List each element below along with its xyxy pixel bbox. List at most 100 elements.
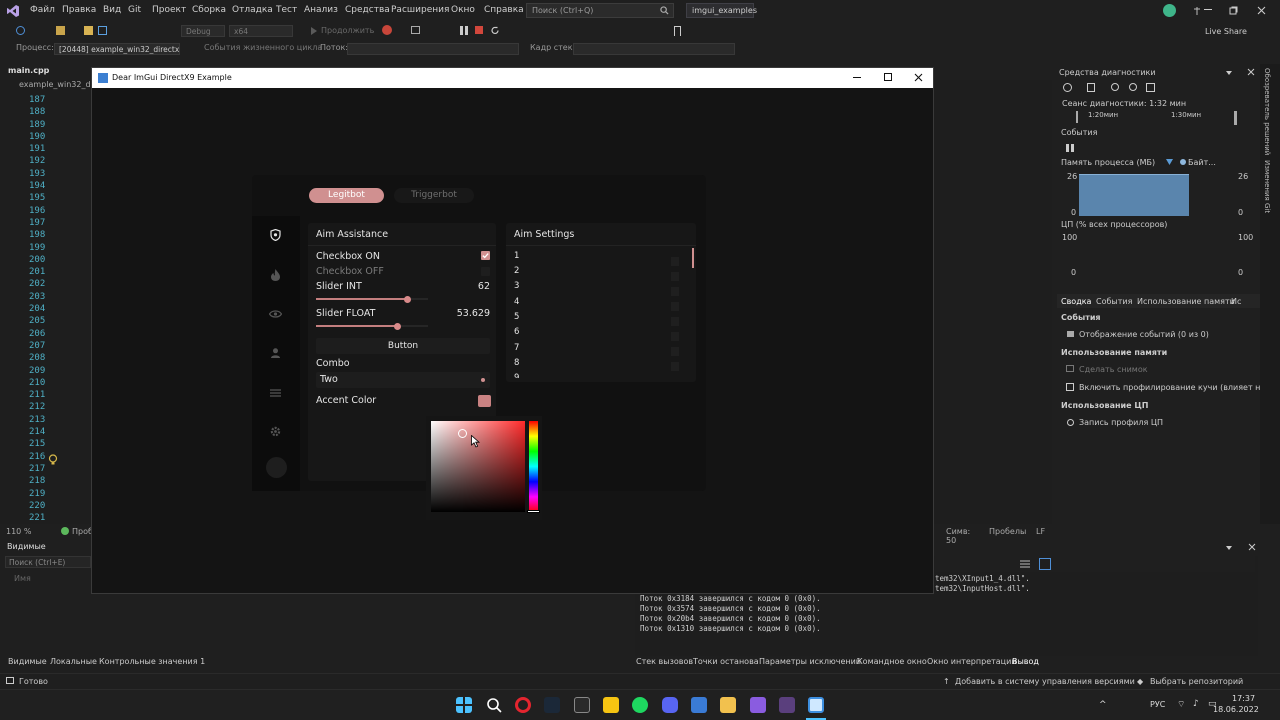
reset-view-icon[interactable]: [1146, 83, 1155, 92]
diag-cpu-header[interactable]: ЦП (% всех процессоров): [1061, 220, 1167, 229]
record-cpu-profile-button[interactable]: Запись профиля ЦП: [1079, 418, 1163, 427]
menu-analyze[interactable]: Анализ: [304, 5, 338, 15]
tab-locals[interactable]: Локальные: [50, 657, 97, 666]
tab-breakpoints[interactable]: Точки останова: [693, 657, 759, 666]
restore-icon[interactable]: [1229, 6, 1238, 15]
rockstar-icon[interactable]: [603, 697, 619, 713]
discord-icon[interactable]: [662, 697, 678, 713]
tab-exceptions[interactable]: Параметры исключений: [759, 657, 861, 666]
close-icon[interactable]: [914, 73, 923, 82]
menu-project[interactable]: Проект: [152, 5, 186, 15]
menu-test[interactable]: Тест: [276, 5, 297, 15]
list-item[interactable]: 1: [514, 251, 519, 261]
add-to-vcs-button[interactable]: Добавить в систему управления версиями: [955, 677, 1135, 686]
shield-icon[interactable]: [270, 229, 281, 241]
tab-cpu[interactable]: Ис: [1231, 297, 1241, 306]
spotify-icon[interactable]: [632, 697, 648, 713]
chevron-down-icon[interactable]: [1225, 544, 1233, 552]
diag-events-header[interactable]: События: [1061, 128, 1097, 137]
list-item[interactable]: 4: [514, 297, 519, 307]
back-icon[interactable]: [16, 26, 25, 35]
menu-view[interactable]: Вид: [103, 5, 121, 15]
live-share-button[interactable]: Live Share: [1205, 27, 1247, 36]
pause-icon[interactable]: [1066, 144, 1074, 152]
pause-icon[interactable]: [460, 26, 468, 35]
menu-window[interactable]: Окно: [451, 5, 475, 15]
picker-handle[interactable]: [458, 429, 467, 438]
list-icon[interactable]: [270, 389, 281, 397]
list-item[interactable]: 2: [514, 266, 519, 276]
search-input[interactable]: Поиск (Ctrl+Q): [526, 3, 674, 18]
imgui-app-icon[interactable]: [808, 697, 824, 713]
slider-int-handle[interactable]: [404, 295, 412, 303]
eol-indicator[interactable]: LF: [1036, 527, 1045, 536]
maximize-icon[interactable]: [884, 73, 893, 82]
list-item[interactable]: 3: [514, 281, 519, 291]
input-language[interactable]: РУС: [1150, 700, 1165, 709]
menu-edit[interactable]: Правка: [62, 5, 96, 15]
hot-reload-icon[interactable]: [382, 25, 392, 35]
clock-date[interactable]: 18.06.2022: [1213, 705, 1259, 714]
tab-memory-usage[interactable]: Использование памяти: [1137, 297, 1235, 306]
menu-git[interactable]: Git: [128, 5, 141, 15]
lifecycle-events-button[interactable]: События жизненного цикла: [204, 43, 322, 52]
platform-select[interactable]: x64: [229, 25, 293, 37]
list-item[interactable]: 8: [514, 358, 519, 368]
menu-tools[interactable]: Средства: [345, 5, 390, 15]
clock-time[interactable]: 17:37: [1232, 694, 1255, 703]
column-indicator[interactable]: Симв: 50: [946, 527, 970, 545]
menu-build[interactable]: Сборка: [192, 5, 226, 15]
slider-int[interactable]: [316, 295, 428, 303]
eye-icon[interactable]: [269, 310, 282, 318]
menu-file[interactable]: Файл: [30, 5, 55, 15]
windows-start-icon[interactable]: [456, 697, 472, 713]
minimize-icon[interactable]: [1204, 9, 1214, 11]
imgui-titlebar[interactable]: Dear ImGui DirectX9 Example: [92, 68, 933, 88]
menu-extensions[interactable]: Расширения: [391, 5, 449, 15]
continue-button[interactable]: Продолжить: [321, 26, 374, 35]
tab-legitbot[interactable]: Legitbot: [309, 188, 384, 203]
list-item[interactable]: 7: [514, 343, 519, 353]
user-icon[interactable]: [271, 348, 280, 358]
slider-float-handle[interactable]: [394, 322, 402, 330]
pin-icon[interactable]: [1192, 6, 1202, 16]
combo-select[interactable]: Two: [316, 372, 490, 388]
avatar[interactable]: [266, 457, 287, 478]
close-icon[interactable]: [1248, 543, 1256, 551]
zoom-in-icon[interactable]: [1111, 83, 1119, 91]
tab-command[interactable]: Командное окно: [857, 657, 927, 666]
fire-icon[interactable]: [271, 269, 280, 281]
steam-icon[interactable]: [544, 697, 560, 713]
issues-label[interactable]: Проб: [72, 527, 93, 536]
menu-debug[interactable]: Отладка: [232, 5, 273, 15]
restart-icon[interactable]: [491, 26, 500, 35]
select-repo-button[interactable]: Выбрать репозиторий: [1150, 677, 1243, 686]
config-select[interactable]: Debug: [181, 25, 225, 37]
checkbox-off[interactable]: [481, 267, 490, 276]
save-icon[interactable]: [98, 26, 107, 35]
tab-call-stack[interactable]: Стек вызовов: [636, 657, 693, 666]
tab-summary[interactable]: Сводка: [1061, 297, 1091, 306]
close-icon[interactable]: [1257, 6, 1266, 15]
list-item[interactable]: 9: [514, 373, 519, 378]
opera-icon[interactable]: [515, 697, 531, 713]
zoom-out-icon[interactable]: [1129, 83, 1137, 91]
list-item[interactable]: 6: [514, 327, 519, 337]
heap-profiling-toggle[interactable]: Включить профилирование кучи (влияет на …: [1079, 383, 1280, 392]
spaces-indicator[interactable]: Пробелы: [989, 527, 1026, 536]
lightbulb-icon[interactable]: [48, 454, 58, 466]
tab-output[interactable]: Вывод: [1012, 657, 1039, 666]
hue-handle[interactable]: [527, 510, 540, 513]
gear-icon[interactable]: [270, 426, 281, 437]
file-explorer-icon[interactable]: [720, 697, 736, 713]
hue-bar[interactable]: [529, 421, 538, 512]
play-icon[interactable]: [310, 27, 318, 35]
wrap-lines-icon[interactable]: [1020, 560, 1030, 568]
bookmark-icon[interactable]: [674, 26, 681, 36]
rail-solution-explorer[interactable]: Обозреватель решений: [1263, 68, 1271, 155]
accent-color-swatch[interactable]: [478, 395, 491, 407]
imgui-button[interactable]: Button: [316, 338, 490, 354]
volume-icon[interactable]: ♪: [1193, 699, 1199, 709]
account-avatar[interactable]: [1163, 4, 1176, 17]
list-scrollbar[interactable]: [692, 248, 694, 268]
